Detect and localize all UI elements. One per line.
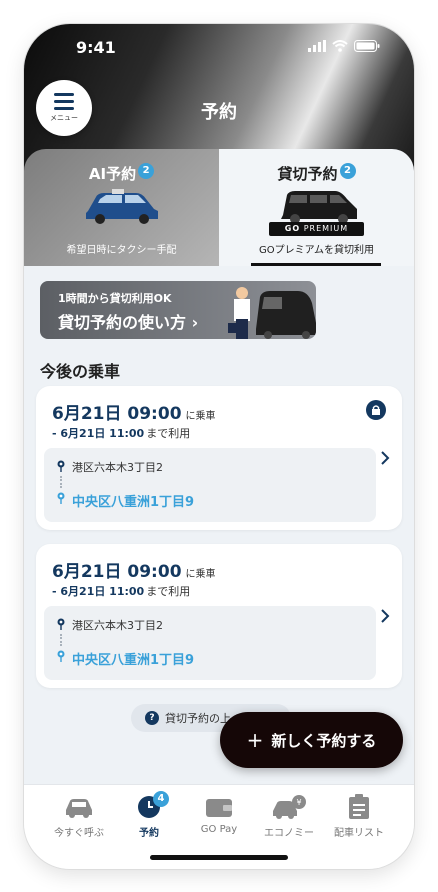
wallet-icon [206, 799, 232, 817]
nav-item-call-now[interactable]: 今すぐ呼ぶ [44, 793, 114, 839]
plus-icon: + [246, 728, 264, 752]
destination-address: 中央区八重洲1丁目9 [72, 653, 195, 668]
status-bar: 9:41 [24, 24, 414, 74]
route-box: 港区六本木3丁目2 中央区八重洲1丁目9 [44, 448, 376, 522]
premium-brand: PREMIUM [303, 224, 349, 233]
nav-label-reservation: 予約 [139, 828, 159, 839]
home-indicator [150, 855, 288, 860]
origin-pin-icon [57, 618, 65, 630]
nav-label-economy: エコノミー [264, 828, 314, 839]
destination-address: 中央区八重洲1丁目9 [72, 495, 195, 510]
nav-item-gopay[interactable]: GO Pay [184, 793, 254, 835]
tab-charter-reservation[interactable]: 貸切予約 2 GO PREMIUM GOプレミアムを貸切利用 [219, 149, 414, 266]
car-icon [66, 799, 92, 818]
reservation-card[interactable]: 6月21日 09:00 に乗車 - 6月21日 11:00 まで利用 港区六本木3丁… [36, 386, 402, 530]
nav-label-gopay: GO Pay [200, 824, 238, 835]
pickup-suffix: に乗車 [185, 569, 216, 580]
nav-item-economy[interactable]: ¥ エコノミー [254, 793, 324, 839]
signal-icon [308, 40, 326, 52]
reservation-card[interactable]: 6月21日 09:00 に乗車 - 6月21日 11:00 まで利用 港区六本木3丁… [36, 544, 402, 688]
lock-icon [366, 400, 386, 420]
nav-item-dispatch-list[interactable]: 配車リスト [324, 793, 394, 839]
page-title: 予約 [201, 102, 237, 123]
new-reservation-button[interactable]: + 新しく予約する [220, 712, 403, 768]
clipboard-icon [349, 794, 369, 819]
pickup-suffix: に乗車 [185, 411, 216, 422]
tab-charter-subtitle: GOプレミアムを貸切利用 [259, 245, 374, 256]
question-icon: ? [145, 711, 159, 725]
origin-address: 港区六本木3丁目2 [72, 461, 163, 474]
go-premium-logo: GO PREMIUM [269, 222, 364, 236]
new-reservation-label: 新しく予約する [271, 731, 377, 750]
banner-line1: 1時間から貸切利用OK [58, 292, 172, 305]
bottom-nav: 今すぐ呼ぶ 4 予約 GO Pay ¥ エコノミー 配車リスト [24, 784, 414, 869]
end-datetime: - 6月21日 11:00 [52, 585, 145, 598]
svg-text:¥: ¥ [296, 798, 301, 807]
premium-van-icon [281, 191, 357, 224]
nav-label-call-now: 今すぐ呼ぶ [54, 828, 104, 839]
end-datetime: - 6月21日 11:00 [52, 427, 145, 440]
active-tab-indicator [251, 263, 381, 266]
chevron-right-icon [381, 609, 390, 623]
nav-badge: 4 [153, 791, 169, 807]
tab-ai-badge: 2 [138, 163, 155, 179]
banner-line2: 貸切予約の使い方 › [58, 313, 199, 332]
destination-pin-icon [57, 492, 65, 504]
taxi-car-icon [86, 189, 158, 224]
pickup-datetime: 6月21日 09:00 [52, 562, 182, 582]
tab-charter-badge: 2 [339, 163, 356, 179]
tab-charter-label: 貸切予約 [277, 165, 338, 183]
banner-illustration [228, 287, 316, 339]
nav-item-reservation[interactable]: 4 予約 [114, 791, 184, 839]
end-suffix: まで利用 [146, 427, 191, 440]
destination-pin-icon [57, 650, 65, 662]
help-text: 貸切予約の上 [165, 712, 231, 725]
route-connector [60, 476, 62, 488]
reservation-tabs: AI予約 2 希望日時にタクシー手配 貸切予約 2 GO PREMIUM GOプレミ… [24, 149, 414, 266]
status-icons [308, 40, 380, 52]
battery-icon [354, 40, 380, 52]
pickup-datetime: 6月21日 09:00 [52, 404, 182, 424]
tab-ai-reservation[interactable]: AI予約 2 希望日時にタクシー手配 [24, 149, 219, 266]
end-suffix: まで利用 [146, 585, 191, 598]
economy-car-icon: ¥ [273, 795, 306, 819]
charter-guide-banner[interactable]: 1時間から貸切利用OK 貸切予約の使い方 › [40, 281, 316, 339]
route-box: 港区六本木3丁目2 中央区八重洲1丁目9 [44, 606, 376, 680]
route-connector [60, 634, 62, 646]
status-time: 9:41 [76, 38, 116, 57]
nav-label-dispatch-list: 配車リスト [334, 828, 384, 839]
phone-screen: 9:41 メニュー 予約 AI予約 2 希望日時にタクシー手配 貸切予約 2 GO … [24, 24, 414, 869]
origin-address: 港区六本木3丁目2 [72, 619, 163, 632]
wifi-icon [332, 40, 348, 52]
section-title: 今後の乗車 [40, 362, 121, 381]
chevron-right-icon [381, 451, 390, 465]
tab-ai-subtitle: 希望日時にタクシー手配 [66, 245, 177, 256]
origin-pin-icon [57, 460, 65, 472]
tab-ai-label: AI予約 [88, 165, 137, 183]
